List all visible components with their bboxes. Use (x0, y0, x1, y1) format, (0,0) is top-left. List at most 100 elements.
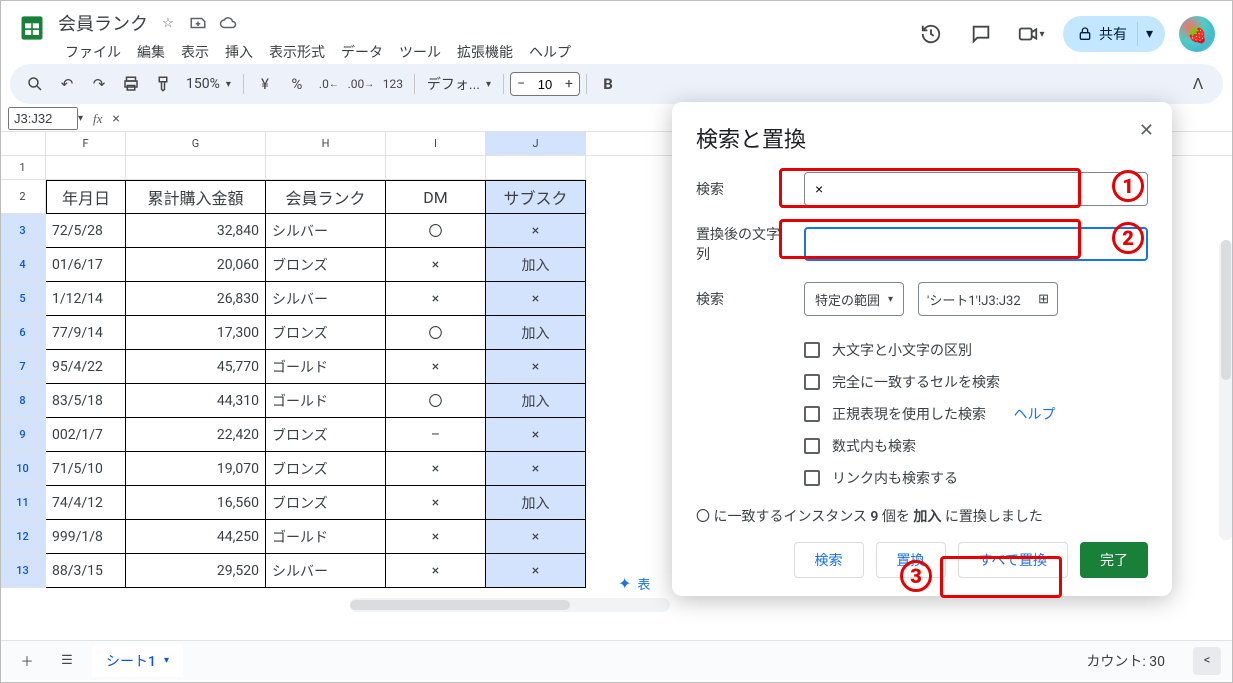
move-icon[interactable] (188, 13, 208, 33)
row-header[interactable]: 11 (0, 486, 46, 520)
font-size-input[interactable] (531, 77, 559, 92)
cell[interactable]: 45,770 (126, 350, 266, 384)
cell[interactable]: – (386, 418, 486, 452)
formula-bar-clear-icon[interactable]: × (112, 111, 119, 127)
cell-header[interactable]: サブスク (486, 180, 586, 214)
cell[interactable]: × (386, 282, 486, 316)
menu-edit[interactable]: 編集 (130, 38, 172, 66)
cell[interactable]: ブロンズ (266, 418, 386, 452)
selection-count[interactable]: カウント: 30 (1068, 651, 1183, 671)
replace-all-button[interactable]: すべて置換 (958, 542, 1068, 578)
comment-icon[interactable] (963, 16, 999, 52)
regex-help-link[interactable]: ヘルプ (1013, 404, 1055, 424)
cell[interactable]: ブロンズ (266, 248, 386, 282)
replace-input[interactable] (804, 227, 1148, 261)
history-icon[interactable] (913, 16, 949, 52)
vertical-scrollbar[interactable] (1219, 240, 1233, 540)
add-sheet-button[interactable]: ＋ (12, 646, 42, 676)
col-header-J[interactable]: J (486, 132, 586, 155)
formula-checkbox[interactable] (804, 438, 820, 454)
decrease-decimal-button[interactable]: .0← (314, 69, 344, 99)
cell[interactable]: × (486, 452, 586, 486)
col-header-H[interactable]: H (266, 132, 386, 155)
cell[interactable]: × (386, 350, 486, 384)
row-header[interactable]: 5 (0, 282, 46, 316)
menu-view[interactable]: 表示 (174, 38, 216, 66)
menu-extensions[interactable]: 拡張機能 (450, 38, 520, 66)
cell[interactable]: ブロンズ (266, 452, 386, 486)
find-button[interactable]: 検索 (794, 542, 864, 578)
cell[interactable]: × (386, 248, 486, 282)
cell[interactable]: × (486, 554, 586, 588)
cell[interactable] (266, 156, 386, 180)
row-header[interactable]: 9 (0, 418, 46, 452)
cell[interactable]: × (386, 452, 486, 486)
col-header-F[interactable]: F (46, 132, 126, 155)
cell[interactable]: × (386, 520, 486, 554)
cell-header[interactable]: 年月日 (46, 180, 126, 214)
currency-button[interactable]: ¥ (250, 69, 280, 99)
share-button[interactable]: 共有 ▾ (1063, 16, 1165, 52)
cell-header[interactable]: DM (386, 180, 486, 214)
search-icon[interactable] (20, 69, 50, 99)
cell[interactable]: 32,840 (126, 214, 266, 248)
cell[interactable]: 19,070 (126, 452, 266, 486)
menu-insert[interactable]: 挿入 (218, 38, 260, 66)
case-checkbox[interactable] (804, 342, 820, 358)
cell[interactable]: 〇 (386, 384, 486, 418)
cell[interactable]: シルバー (266, 214, 386, 248)
cell[interactable]: ブロンズ (266, 316, 386, 350)
cell[interactable]: 22,420 (126, 418, 266, 452)
cell[interactable] (46, 156, 126, 180)
menu-file[interactable]: ファイル (58, 38, 128, 66)
cell[interactable]: シルバー (266, 554, 386, 588)
row-header[interactable]: 1 (0, 156, 46, 180)
row-header[interactable]: 6 (0, 316, 46, 350)
horizontal-scrollbar[interactable] (350, 598, 670, 612)
cell[interactable]: × (486, 282, 586, 316)
cell[interactable]: 16,560 (126, 486, 266, 520)
cell[interactable]: 002/1/7 (46, 418, 126, 452)
name-box[interactable] (8, 107, 78, 130)
ai-suggestion-chip[interactable]: ✦表 (618, 574, 650, 593)
all-sheets-button[interactable]: ☰ (52, 646, 82, 676)
cell[interactable]: 加入 (486, 316, 586, 350)
meet-icon[interactable]: ▾ (1013, 16, 1049, 52)
menu-tools[interactable]: ツール (392, 38, 448, 66)
exact-checkbox[interactable] (804, 374, 820, 390)
cell[interactable]: ゴールド (266, 384, 386, 418)
link-checkbox[interactable] (804, 470, 820, 486)
cell[interactable]: 72/5/28 (46, 214, 126, 248)
cell[interactable] (386, 156, 486, 180)
explore-button[interactable]: < (1193, 647, 1221, 675)
cell[interactable]: 1/12/14 (46, 282, 126, 316)
col-header-G[interactable]: G (126, 132, 266, 155)
cell[interactable]: 加入 (486, 486, 586, 520)
sheets-logo[interactable] (12, 8, 52, 48)
redo-icon[interactable]: ↷ (84, 69, 114, 99)
row-header[interactable]: 13 (0, 554, 46, 588)
cell[interactable]: × (386, 486, 486, 520)
sheet-tab-caret-icon[interactable]: ▾ (164, 655, 169, 666)
document-title[interactable]: 会員ランク (58, 10, 148, 36)
cell-header[interactable]: 会員ランク (266, 180, 386, 214)
cell[interactable]: 20,060 (126, 248, 266, 282)
cell[interactable]: 01/6/17 (46, 248, 126, 282)
range-input[interactable]: 'シート1'!J3:J32⊞ (918, 282, 1058, 316)
row-header[interactable]: 12 (0, 520, 46, 554)
cell[interactable]: ゴールド (266, 520, 386, 554)
cell[interactable]: 71/5/10 (46, 452, 126, 486)
cell[interactable]: 〇 (386, 316, 486, 350)
font-dropdown[interactable]: デフォ...▾ (421, 74, 497, 94)
row-header[interactable]: 8 (0, 384, 46, 418)
cell[interactable]: 〇 (386, 214, 486, 248)
row-header[interactable]: 10 (0, 452, 46, 486)
select-all-corner[interactable] (0, 132, 46, 155)
menu-format[interactable]: 表示形式 (262, 38, 332, 66)
cell[interactable]: 999/1/8 (46, 520, 126, 554)
star-icon[interactable]: ☆ (158, 13, 178, 33)
share-caret-icon[interactable]: ▾ (1137, 22, 1161, 46)
cell[interactable]: 26,830 (126, 282, 266, 316)
cell[interactable]: 74/4/12 (46, 486, 126, 520)
cell[interactable]: 83/5/18 (46, 384, 126, 418)
